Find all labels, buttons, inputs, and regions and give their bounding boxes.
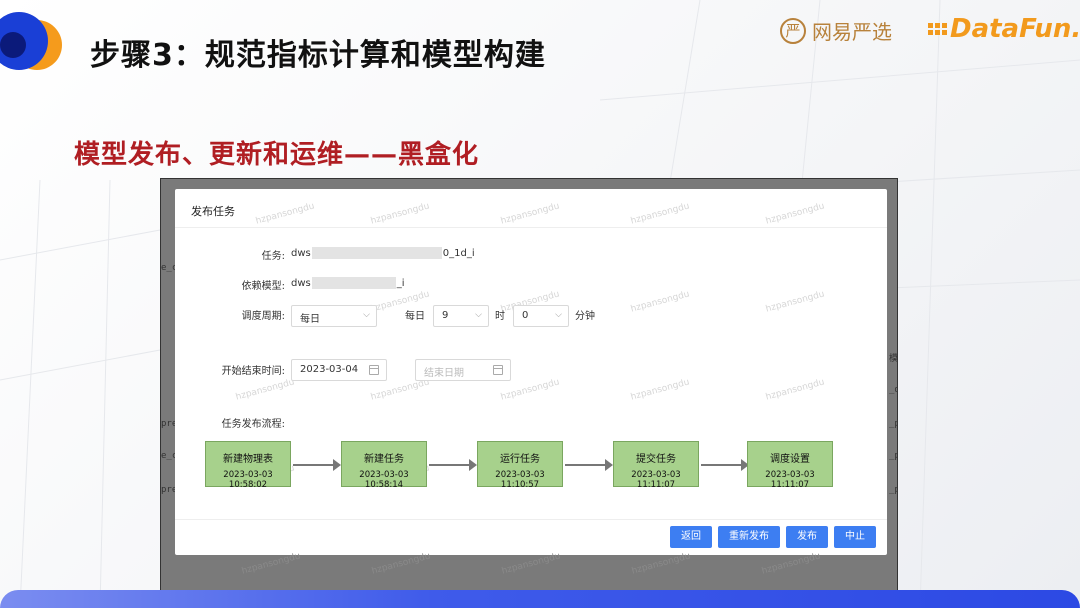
watermark: hzpansongdu [499, 377, 561, 403]
flow-step-create-task: 新建任务 2023-03-03 10:58:14 [341, 441, 427, 490]
republish-button[interactable]: 重新发布 [718, 526, 780, 548]
watermark: hzpansongdu [240, 551, 302, 577]
task-label: 任务: [261, 251, 285, 262]
datafun-dots-icon [928, 23, 947, 35]
chevron-down-icon: ⌵ [363, 310, 370, 320]
watermark: hzpansongdu [370, 551, 432, 577]
flow-step-schedule-setting: 调度设置 2023-03-03 11:11:07 [747, 441, 833, 490]
divider [175, 519, 887, 520]
watermark: hzpansongdu [369, 377, 431, 403]
bottom-accent-bar [0, 590, 1080, 608]
watermark: hzpansongdu [760, 551, 822, 577]
background-text: _p [889, 451, 897, 461]
publish-button[interactable]: 发布 [786, 526, 828, 548]
date-range-label: 开始结束时间: [221, 366, 285, 377]
flow-arrow-icon [701, 459, 749, 471]
end-date-input[interactable]: 结束日期 [415, 359, 511, 381]
divider [175, 227, 887, 228]
dependent-model-value: dws _i [291, 277, 405, 289]
watermark: hzpansongdu [234, 377, 296, 403]
watermark: hzpansongdu [630, 551, 692, 577]
watermark: hzpansongdu [500, 551, 562, 577]
schedule-period-label: 调度周期: [241, 311, 285, 322]
page-title: 步骤3：规范指标计算和模型构建 [90, 38, 546, 73]
watermark: hzpansongdu [629, 289, 691, 315]
watermark: hzpansongdu [254, 201, 316, 227]
chevron-down-icon: ⌵ [555, 310, 562, 320]
embedded-screenshot: e_c 模 _da pre _p e_c _p pre _p 发布任务 hzpa… [160, 178, 898, 592]
brand-wy-label: 网易严选 [812, 20, 892, 44]
flow-arrow-icon [565, 459, 613, 471]
flow-arrow-icon [293, 459, 341, 471]
back-button[interactable]: 返回 [670, 526, 712, 548]
flow-step-create-table: 新建物理表 2023-03-03 10:58:02 [205, 441, 291, 490]
dialog-title: 发布任务 [191, 205, 235, 218]
minute-select[interactable]: 0 ⌵ [513, 305, 569, 327]
brand-wangyi-yanxuan: 严 网易严选 [780, 16, 892, 45]
watermark: hzpansongdu [764, 289, 826, 315]
daily-label: 每日 [405, 311, 425, 322]
flow-step-submit-task: 提交任务 2023-03-03 11:11:07 [613, 441, 699, 490]
minute-label: 分钟 [575, 311, 595, 322]
schedule-period-select[interactable]: 每日 ⌵ [291, 305, 377, 327]
calendar-icon [369, 365, 379, 375]
flow-arrow-icon [429, 459, 477, 471]
flow-step-run-task: 运行任务 2023-03-03 11:10:57 [477, 441, 563, 490]
logo-circles [0, 12, 80, 92]
watermark: hzpansongdu [764, 377, 826, 403]
dark-circle-icon [0, 32, 26, 58]
task-value: dws 0_1d_i [291, 247, 475, 259]
stop-button[interactable]: 中止 [834, 526, 876, 548]
background-text: _p [889, 419, 897, 429]
watermark: hzpansongdu [629, 377, 691, 403]
chevron-down-icon: ⌵ [475, 310, 482, 320]
background-text: _da [889, 385, 897, 395]
yanxuan-logo-icon: 严 [780, 17, 806, 44]
calendar-icon [493, 365, 503, 375]
section-subtitle: 模型发布、更新和运维——黑盒化 [74, 140, 480, 170]
background-text: _p [889, 485, 897, 495]
blurred-text [311, 277, 396, 289]
watermark: hzpansongdu [764, 201, 826, 227]
start-date-input[interactable]: 2023-03-04 [291, 359, 387, 381]
watermark: hzpansongdu [499, 201, 561, 227]
publish-task-dialog: 发布任务 hzpansongdu hzpansongdu hzpansongdu… [175, 189, 887, 555]
hour-label: 时 [495, 311, 505, 322]
watermark: hzpansongdu [629, 201, 691, 227]
brand-datafun: DataFun. [928, 14, 1080, 44]
publish-flow-label: 任务发布流程: [221, 419, 285, 430]
blurred-text [311, 247, 442, 259]
dependent-model-label: 依赖模型: [241, 281, 285, 292]
hour-select[interactable]: 9 ⌵ [433, 305, 489, 327]
background-text: 模 [889, 354, 898, 364]
watermark: hzpansongdu [369, 201, 431, 227]
brand-df-label: DataFun. [950, 14, 1080, 44]
